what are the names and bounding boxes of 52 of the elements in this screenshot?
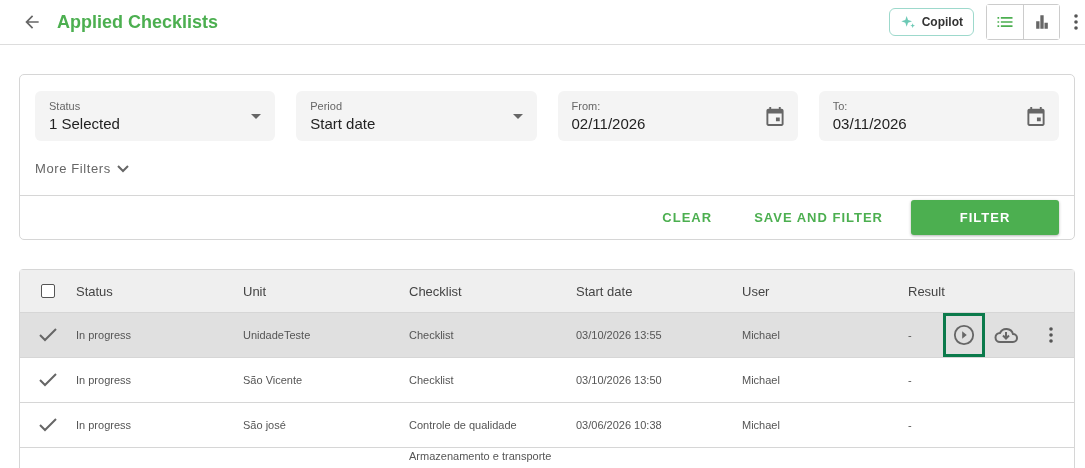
- table-cell-text: Michael: [742, 419, 781, 431]
- select-field[interactable]: Status 1 Selected: [35, 91, 276, 141]
- table-cell-text: 03/10/2026 13:50: [576, 374, 663, 386]
- row-menu-icon[interactable]: [1048, 327, 1053, 343]
- check-icon: [39, 373, 57, 387]
- column-header[interactable]: Unit: [243, 283, 409, 299]
- play-button[interactable]: [943, 313, 985, 357]
- chevron-down-icon[interactable]: [116, 164, 129, 173]
- date-field[interactable]: From: 02/11/2026: [557, 91, 798, 141]
- dropdown-caret-icon[interactable]: [251, 113, 262, 119]
- table-cell-text: Checklist: [409, 329, 455, 341]
- table-row[interactable]: In progress São josé Controle de qualidade 03/06/2026 10:38 Michael -: [20, 402, 1074, 447]
- check-icon: [39, 328, 57, 342]
- table-row[interactable]: Armazenamento e transporte: [20, 447, 1074, 468]
- more-options-icon[interactable]: [1074, 14, 1078, 30]
- column-header[interactable]: Status: [76, 283, 243, 299]
- play-icon: [953, 324, 975, 346]
- table-cell-text: São josé: [243, 419, 287, 431]
- table-row[interactable]: In progress São Vicente Checklist 03/10/2026 13:50 Michael -: [20, 357, 1074, 402]
- column-header[interactable]: Checklist: [409, 283, 576, 299]
- table-cell-text: Michael: [742, 329, 781, 341]
- table-cell-text: In progress: [76, 419, 133, 431]
- table-cell-text: -: [908, 374, 913, 386]
- table-cell-text: In progress: [76, 374, 133, 386]
- page-title: Applied Checklists: [57, 11, 220, 33]
- select-field[interactable]: Period Start date: [296, 91, 537, 141]
- column-header[interactable]: Result: [908, 283, 943, 299]
- table-cell-text: UnidadeTeste: [243, 329, 312, 341]
- table-cell-text: Controle de qualidade: [409, 419, 518, 431]
- table-row[interactable]: In progress UnidadeTeste Checklist 03/10/2026 13:55 Michael -: [20, 312, 1074, 357]
- cloud-download-icon[interactable]: [994, 326, 1018, 344]
- calendar-icon[interactable]: [1027, 106, 1045, 126]
- table-cell-text: In progress: [76, 329, 133, 341]
- select-all-checkbox[interactable]: [41, 284, 55, 298]
- table-cell-text: 03/10/2026 13:55: [576, 329, 663, 341]
- calendar-icon[interactable]: [765, 106, 784, 126]
- table-cell-text: -: [908, 419, 913, 431]
- table-cell-text: Michael: [742, 374, 781, 386]
- copilot-button[interactable]: Copilot: [888, 8, 974, 36]
- chart-view-button[interactable]: [1023, 5, 1059, 39]
- column-header[interactable]: User: [742, 283, 908, 299]
- dropdown-caret-icon[interactable]: [512, 113, 523, 119]
- column-header[interactable]: Start date: [576, 283, 742, 299]
- table-cell-text: São Vicente: [243, 374, 304, 386]
- table-cell-text: Checklist: [409, 374, 455, 386]
- table-cell-text: 03/06/2026 10:38: [576, 419, 663, 431]
- date-field[interactable]: To: 03/11/2026: [818, 91, 1059, 141]
- table-cell-text: Armazenamento e transporte: [409, 450, 553, 462]
- more-filters-toggle[interactable]: More Filters: [20, 141, 144, 195]
- sparkle-icon: [899, 14, 916, 30]
- table-cell-text: -: [908, 329, 913, 341]
- check-icon: [39, 418, 57, 432]
